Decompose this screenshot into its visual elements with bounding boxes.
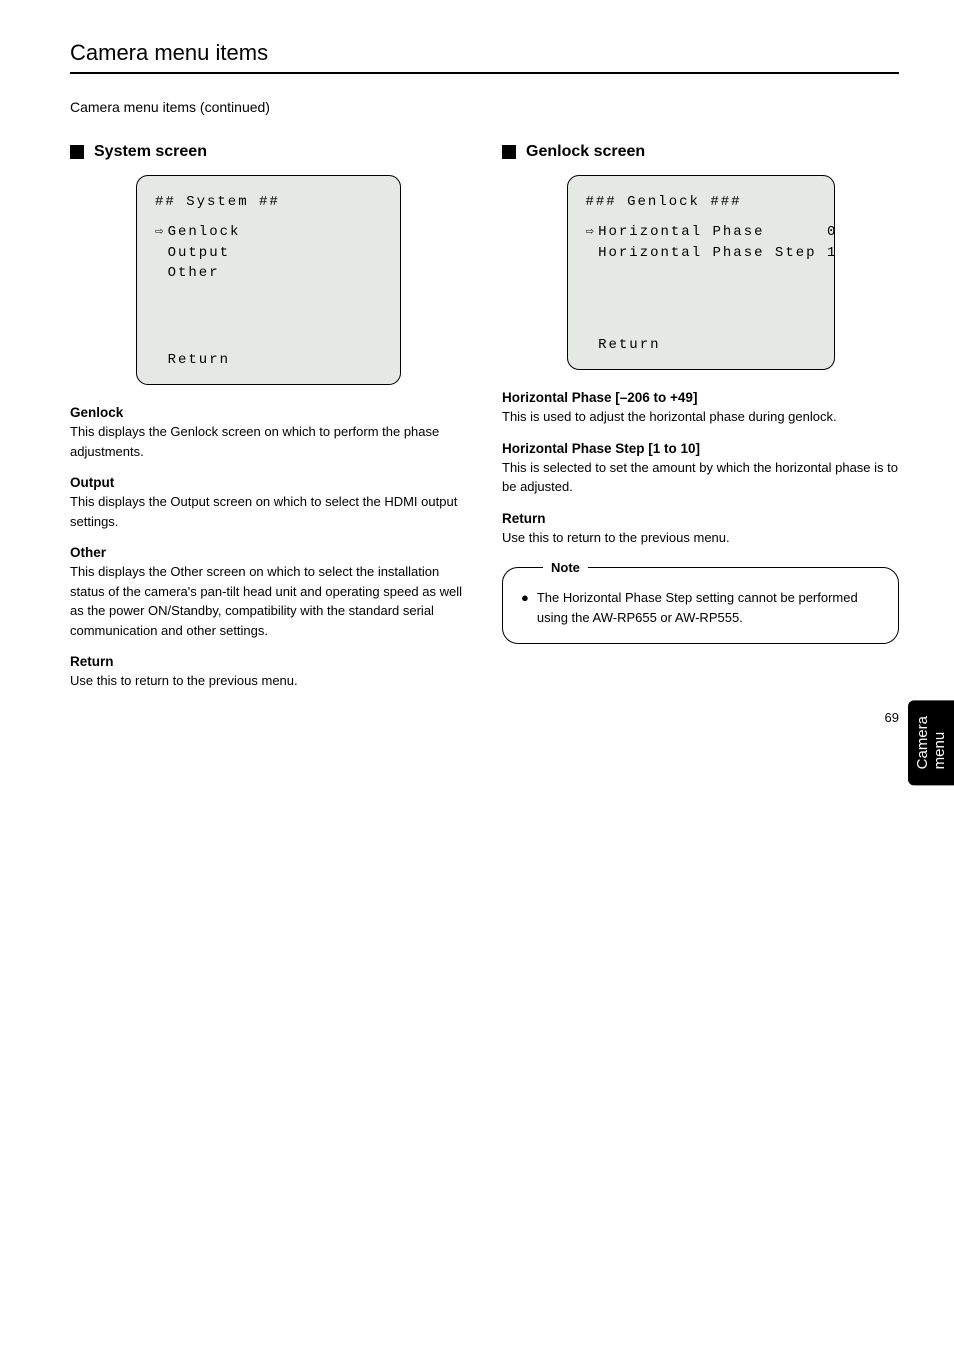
item-block: Genlock This displays the Genlock screen… [70,405,467,461]
note-content: ● The Horizontal Phase Step setting cann… [521,588,880,627]
menu-item[interactable]: Output [155,243,382,263]
item-block: Output This displays the Output screen o… [70,475,467,531]
genlock-menu-screen: ### Genlock ### ⇨Horizontal Phase 0 Hori… [567,175,835,370]
item-head: Other [70,545,467,560]
menu-item[interactable]: ⇨Genlock [155,222,382,242]
section-title: System screen [94,143,207,161]
item-head: Return [502,511,899,526]
menu-item-label: Output [168,245,230,261]
menu-item[interactable]: Horizontal Phase Step 1 [586,243,816,263]
item-block: Return Use this to return to the previou… [70,654,467,691]
square-bullet-icon [502,145,516,159]
note-box: Note ● The Horizontal Phase Step setting… [502,567,899,644]
right-column: Genlock screen ### Genlock ### ⇨Horizont… [502,143,899,705]
menu-item-label: Other [168,265,220,281]
item-body: This is used to adjust the horizontal ph… [502,407,899,427]
bullet-icon: ● [521,588,529,627]
item-body: This displays the Output screen on which… [70,492,467,531]
item-head: Return [70,654,467,669]
menu-item-label: Genlock [168,224,241,240]
menu-item[interactable]: ⇨Horizontal Phase 0 [586,222,816,242]
page-title: Camera menu items [70,40,899,66]
section-title: Genlock screen [526,143,645,161]
cursor-arrow-icon: ⇨ [155,222,168,242]
item-body: Use this to return to the previous menu. [502,528,899,548]
menu-item-value: 0 [827,224,837,240]
horizontal-rule [70,72,899,74]
section-header: Genlock screen [502,143,899,161]
item-block: Return Use this to return to the previou… [502,511,899,548]
section-header: System screen [70,143,467,161]
item-block: Horizontal Phase [–206 to +49] This is u… [502,390,899,427]
left-column: System screen ## System ## ⇨Genlock Outp… [70,143,467,705]
item-body: This is selected to set the amount by wh… [502,458,899,497]
note-label: Note [543,558,588,578]
note-text: The Horizontal Phase Step setting cannot… [537,588,880,627]
item-block: Horizontal Phase Step [1 to 10] This is … [502,441,899,497]
menu-item-label: Horizontal Phase [598,224,764,240]
side-tab: Camera menu [908,700,954,785]
system-menu-screen: ## System ## ⇨Genlock Output Other Retur… [136,175,401,385]
page-subtitle: Camera menu items (continued) [70,99,899,115]
item-head: Genlock [70,405,467,420]
menu-return-label: Return [598,337,660,353]
menu-return[interactable]: Return [155,350,230,370]
menu-item[interactable]: Other [155,263,382,283]
page-number: 69 [885,710,899,725]
screen-title: ## System ## [155,192,382,212]
square-bullet-icon [70,145,84,159]
menu-item-label: Horizontal Phase Step [598,245,816,261]
item-block: Other This displays the Other screen on … [70,545,467,640]
page: Camera menu items Camera menu items (con… [0,0,954,745]
item-head: Horizontal Phase [–206 to +49] [502,390,899,405]
two-column-layout: System screen ## System ## ⇨Genlock Outp… [70,143,899,705]
item-head: Output [70,475,467,490]
item-body: This displays the Other screen on which … [70,562,467,640]
item-head: Horizontal Phase Step [1 to 10] [502,441,899,456]
menu-item-value: 1 [827,245,837,261]
menu-return-label: Return [168,352,230,368]
cursor-arrow-icon: ⇨ [586,222,599,242]
item-body: This displays the Genlock screen on whic… [70,422,467,461]
screen-title: ### Genlock ### [586,192,816,212]
menu-return[interactable]: Return [586,335,661,355]
item-body: Use this to return to the previous menu. [70,671,467,691]
